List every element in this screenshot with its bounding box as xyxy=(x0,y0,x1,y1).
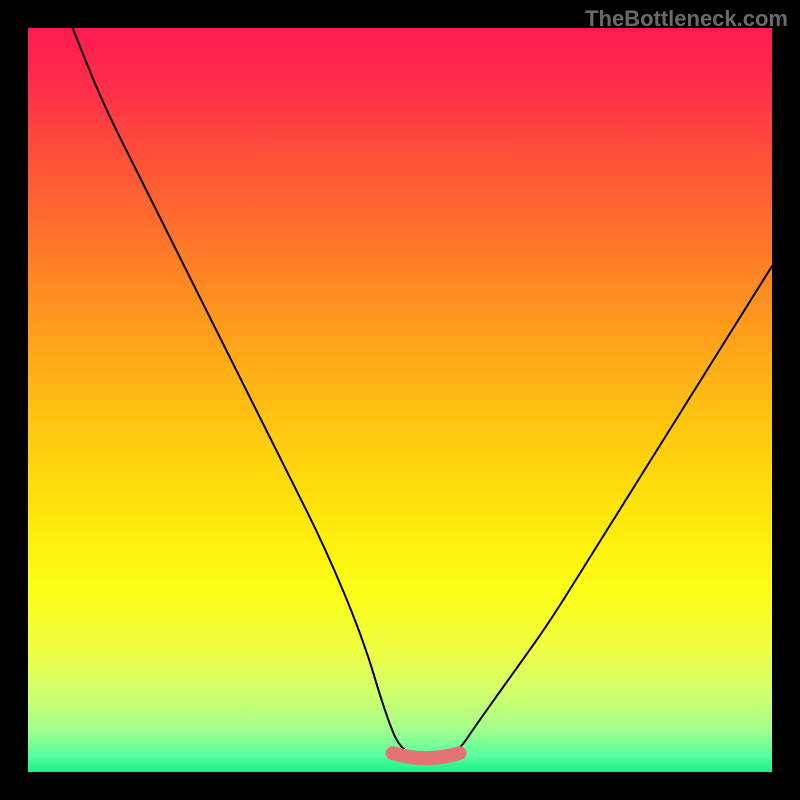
plot-area xyxy=(28,28,772,772)
highlight-segment xyxy=(393,753,460,758)
watermark-text: TheBottleneck.com xyxy=(585,6,788,32)
chart-container: TheBottleneck.com xyxy=(0,0,800,800)
bottleneck-curve-path xyxy=(73,28,772,757)
curve-svg xyxy=(28,28,772,772)
